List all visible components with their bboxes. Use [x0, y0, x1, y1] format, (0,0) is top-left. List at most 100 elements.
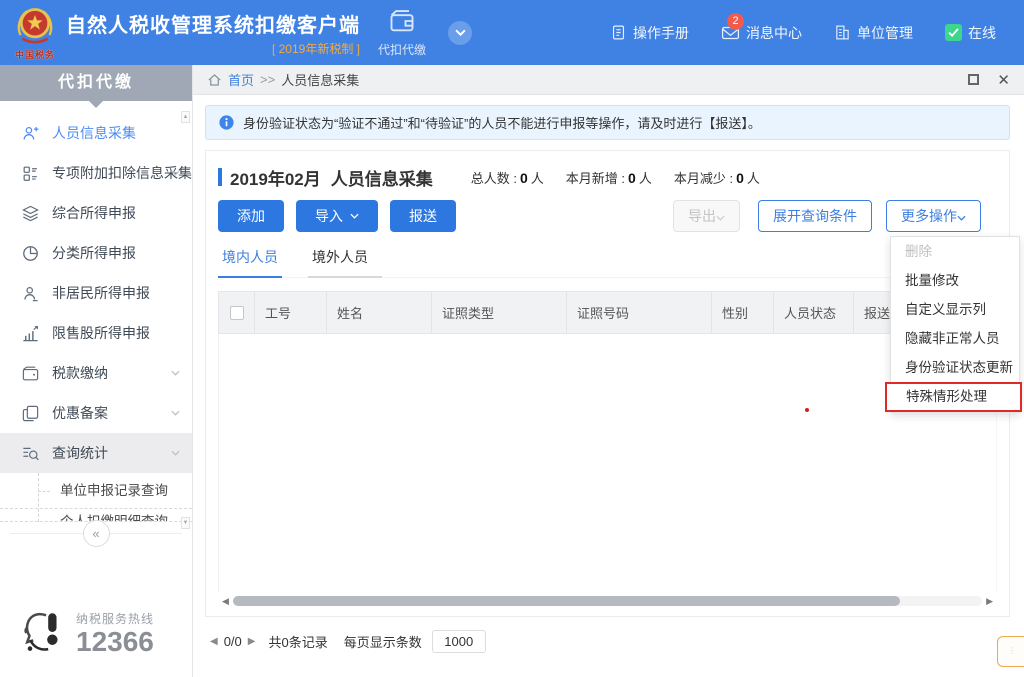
sidebar-item-label: 分类所得申报 [52, 243, 136, 263]
menu-item-special-case-handling[interactable]: 特殊情形处理 [885, 382, 1022, 412]
select-all-checkbox[interactable] [230, 306, 244, 320]
column-header-gender[interactable]: 性别 [712, 292, 774, 333]
user-icon [20, 283, 40, 303]
prev-page-icon[interactable]: ◀ [207, 636, 221, 647]
floating-button-glyph: ⋮ [1008, 646, 1016, 655]
hotline-block: 纳税服务热线 12366 [18, 607, 154, 659]
stat-label: 本月减少 : [674, 171, 733, 186]
wallet-icon [20, 363, 40, 383]
chevron-down-icon [171, 450, 180, 456]
sidebar-item-preferential-record[interactable]: 优惠备案 [0, 393, 192, 433]
wallet-icon [386, 7, 418, 35]
add-button[interactable]: 添加 [218, 200, 284, 232]
more-actions-menu: 删除 批量修改 自定义显示列 隐藏非正常人员 身份验证状态更新 特殊情形处理 [890, 236, 1020, 413]
sidebar-menu: 人员信息采集 专项附加扣除信息采集 综合所得申报 分类所得申报 [0, 113, 192, 522]
page-size-input[interactable] [432, 630, 486, 653]
scroll-left-arrow[interactable]: ◀ [218, 596, 233, 607]
nav-online-status[interactable]: 在线 [945, 23, 996, 43]
select-all-cell [219, 292, 255, 333]
breadcrumb-home[interactable]: 首页 [228, 70, 254, 89]
panel-title-row: 2019年02月 人员信息采集 总人数 :0人 本月新增 :0人 本月减少 :0… [218, 161, 997, 193]
sidebar-item-label: 人员信息采集 [52, 123, 136, 143]
nav-manual-label: 操作手册 [633, 23, 689, 43]
stat-label: 本月新增 : [566, 171, 625, 186]
sidebar-item-query-statistics[interactable]: 查询统计 [0, 433, 192, 473]
chevron-down-icon [957, 208, 966, 224]
submit-button[interactable]: 报送 [390, 200, 456, 232]
import-button[interactable]: 导入 [296, 200, 378, 232]
stat-removed: 本月减少 :0人 [674, 168, 760, 187]
window-controls: ✕ [968, 71, 1010, 89]
menu-item-id-verification-update[interactable]: 身份验证状态更新 [891, 353, 1019, 382]
cursor-mark [805, 408, 809, 412]
sidebar-item-label: 非居民所得申报 [52, 283, 150, 303]
sidebar-item-personnel-info[interactable]: 人员信息采集 [0, 113, 192, 153]
tab-domestic-personnel[interactable]: 境内人员 [218, 247, 282, 278]
nav-manual[interactable]: 操作手册 [610, 23, 689, 43]
floating-side-button-partial[interactable]: ⋮ [997, 636, 1024, 667]
module-label: 代扣代缴 [378, 41, 426, 58]
scrollbar-track[interactable] [233, 596, 982, 606]
chevron-down-icon [716, 208, 725, 224]
column-header-status[interactable]: 人员状态 [774, 292, 854, 333]
expand-query-button[interactable]: 展开查询条件 [758, 200, 872, 232]
more-actions-label: 更多操作 [901, 206, 957, 226]
sidebar-item-comprehensive-income[interactable]: 综合所得申报 [0, 193, 192, 233]
column-header-id-number[interactable]: 证照号码 [567, 292, 712, 333]
maximize-icon[interactable] [968, 74, 979, 85]
top-nav: 操作手册 2 消息中心 单位管理 在线 [578, 23, 996, 43]
nav-message-center[interactable]: 2 消息中心 [721, 23, 802, 43]
sidebar: 代扣代缴 ▲ 人员信息采集 专项附加扣除信息采集 综合所得申报 [0, 65, 193, 677]
sidebar-item-restricted-shares[interactable]: 限售股所得申报 [0, 313, 192, 353]
layers-icon [20, 203, 40, 223]
sidebar-item-nonresident-income[interactable]: 非居民所得申报 [0, 273, 192, 313]
horizontal-scrollbar: ◀ ▶ [218, 594, 997, 608]
menu-item-batch-modify[interactable]: 批量修改 [891, 266, 1019, 295]
notice-text: 身份验证状态为“验证不通过”和“待验证”的人员不能进行申报等操作，请及时进行【报… [243, 113, 761, 132]
page-title: 人员信息采集 [331, 165, 433, 190]
sidebar-item-tax-payment[interactable]: 税款缴纳 [0, 353, 192, 393]
period-label: 2019年02月 [230, 165, 321, 190]
sidebar-item-classified-income[interactable]: 分类所得申报 [0, 233, 192, 273]
sidebar-item-label: 税款缴纳 [52, 363, 108, 383]
stat-value: 0 [520, 170, 528, 186]
logo-caption: 中国税务 [6, 48, 64, 61]
menu-item-delete[interactable]: 删除 [891, 237, 1019, 266]
sidebar-subitem-unit-declaration-query[interactable]: 单位申报记录查询 [0, 473, 192, 509]
sidebar-item-special-deduction[interactable]: 专项附加扣除信息采集 [0, 153, 192, 193]
grid-list-icon [20, 163, 40, 183]
column-header-id-type[interactable]: 证照类型 [432, 292, 567, 333]
next-page-icon[interactable]: ▶ [245, 636, 259, 647]
submit-button-label: 报送 [409, 206, 437, 226]
sidebar-collapse-button[interactable]: « [83, 520, 110, 547]
sidebar-item-label: 查询统计 [52, 443, 108, 463]
nav-company-management[interactable]: 单位管理 [834, 23, 913, 43]
close-icon[interactable]: ✕ [997, 71, 1010, 89]
chevron-down-icon [171, 410, 180, 416]
hotline-label: 纳税服务热线 [76, 610, 154, 627]
notice-banner: 身份验证状态为“验证不通过”和“待验证”的人员不能进行申报等操作，请及时进行【报… [205, 105, 1010, 140]
hotline-text: 纳税服务热线 12366 [76, 610, 154, 657]
app-window: 中国税务 自然人税收管理系统扣缴客户端 [ 2019年新税制 ] 代扣代缴 操作… [0, 0, 1024, 677]
pagination-bar: ◀ 0/0 ▶ 共0条记录 每页显示条数 [205, 630, 1010, 653]
column-header-work-id[interactable]: 工号 [255, 292, 327, 333]
menu-item-customize-columns[interactable]: 自定义显示列 [891, 295, 1019, 324]
record-count: 共0条记录 [268, 632, 327, 651]
bar-chart-icon [20, 323, 40, 343]
stat-unit: 人 [639, 171, 652, 186]
breadcrumb-bar: 首页 >> 人员信息采集 ✕ [193, 65, 1024, 95]
breadcrumb-current: 人员信息采集 [281, 70, 359, 89]
search-list-icon [20, 443, 40, 463]
menu-item-hide-abnormal[interactable]: 隐藏非正常人员 [891, 324, 1019, 353]
tab-overseas-personnel[interactable]: 境外人员 [308, 247, 382, 278]
scrollbar-thumb[interactable] [233, 596, 900, 606]
scroll-right-arrow[interactable]: ▶ [982, 596, 997, 607]
stat-label: 总人数 : [471, 171, 517, 186]
module-dropdown-button[interactable] [448, 21, 472, 45]
person-tabs: 境内人员 境外人员 [218, 247, 997, 278]
national-emblem-icon [13, 4, 57, 46]
export-button[interactable]: 导出 [673, 200, 740, 232]
module-switcher[interactable]: 代扣代缴 [378, 7, 426, 58]
column-header-name[interactable]: 姓名 [327, 292, 432, 333]
more-actions-button[interactable]: 更多操作 [886, 200, 981, 232]
